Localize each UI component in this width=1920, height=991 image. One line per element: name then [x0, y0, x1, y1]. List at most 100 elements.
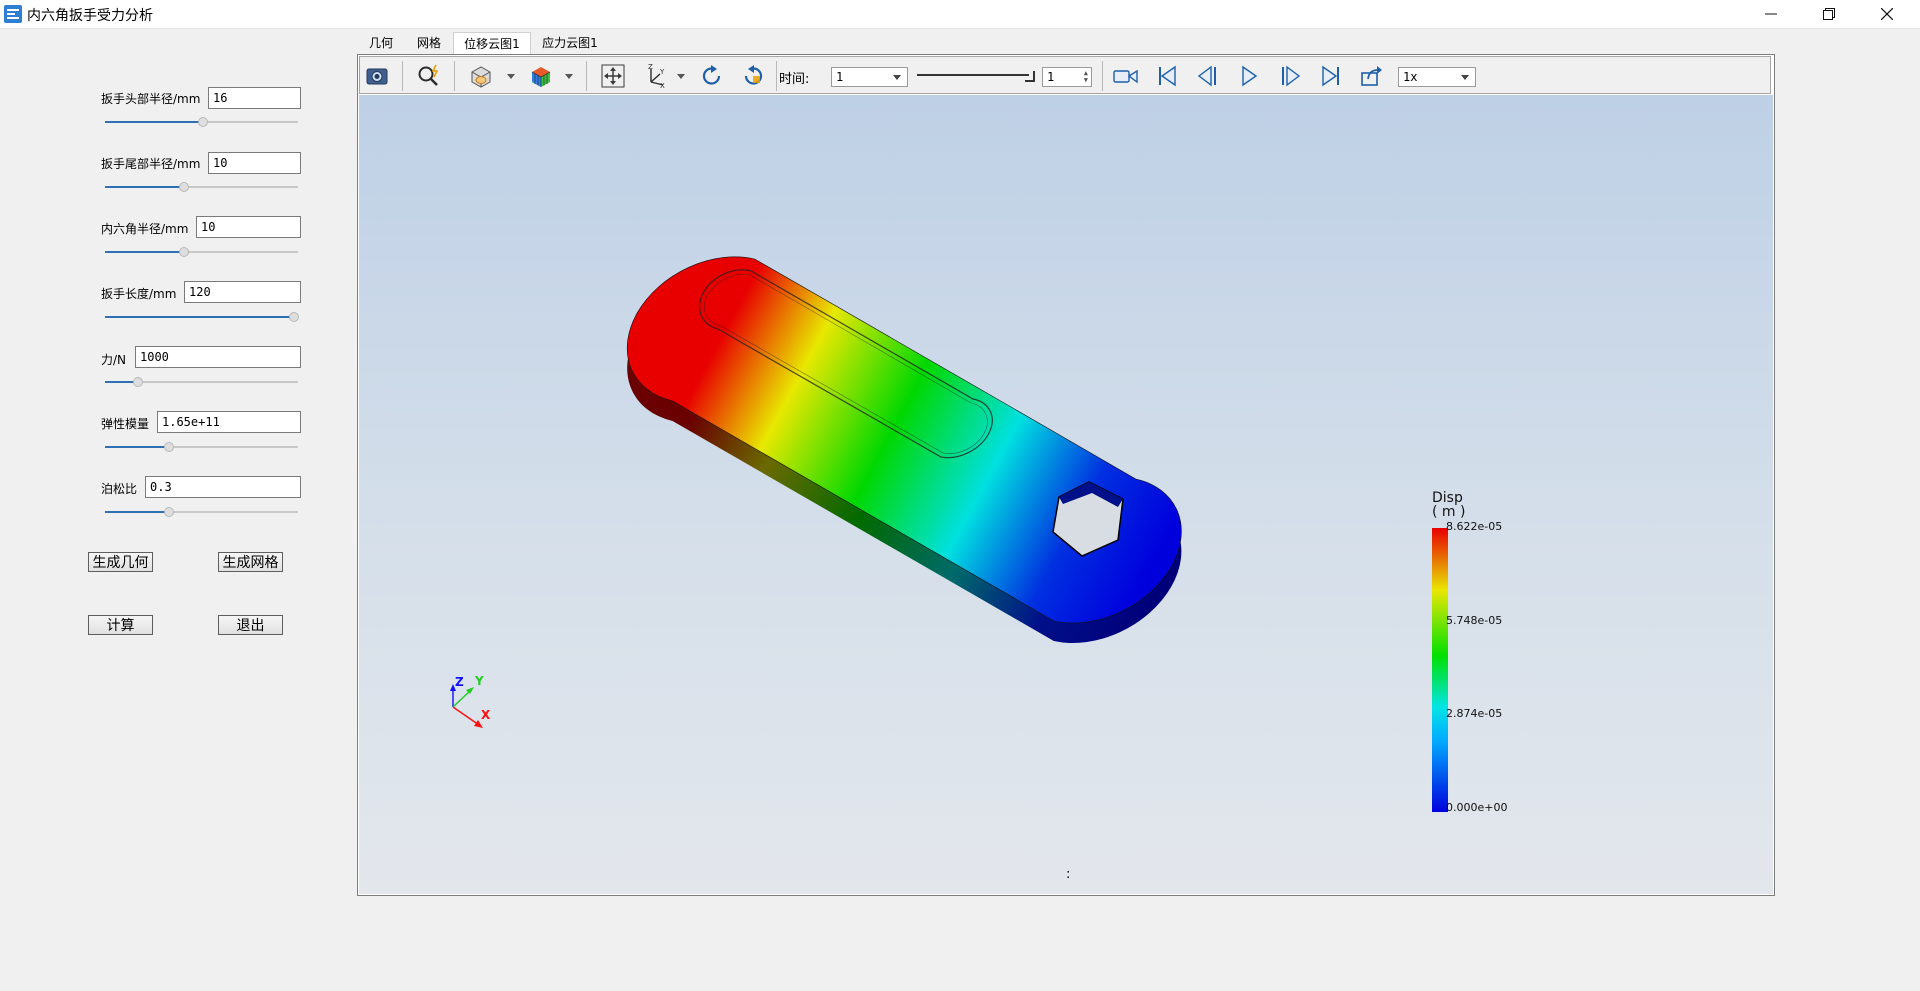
slider-end-handle[interactable] — [1025, 71, 1035, 82]
screenshot-button[interactable] — [362, 61, 392, 91]
force-slider[interactable] — [105, 375, 298, 389]
hex-radius-slider[interactable] — [105, 245, 298, 259]
rotate-cw-button[interactable] — [697, 61, 727, 91]
title-bar: 内六角扳手受力分析 — [0, 0, 1920, 29]
tab-displacement[interactable]: 位移云图1 — [453, 32, 531, 55]
camera-icon — [366, 68, 388, 85]
force-label: 力/N — [101, 353, 127, 367]
playback-speed-value: 1x — [1403, 70, 1418, 84]
time-slider[interactable] — [917, 65, 1037, 87]
head-radius-input[interactable] — [208, 87, 301, 109]
head-radius-slider[interactable] — [105, 115, 298, 129]
legend-tick-low: 2.874e-05 — [1446, 707, 1503, 720]
x-axis-label: X — [481, 708, 491, 722]
close-button[interactable] — [1858, 0, 1916, 28]
exit-button[interactable]: 退出 — [218, 615, 283, 635]
z-axis-label: Z — [455, 675, 464, 689]
legend-unit: ( m ) — [1432, 504, 1466, 520]
legend-tick-high: 5.748e-05 — [1446, 614, 1503, 627]
result-viewer: Z Y X 时间: 1 1 ▲ ▼ 1x Z Y X Disp (m) 8.… — [357, 54, 1775, 896]
skip-to-start-icon — [1159, 65, 1176, 87]
minimize-icon — [1765, 13, 1777, 15]
tail-radius-input[interactable] — [208, 152, 301, 174]
rotate-counterclockwise-icon — [744, 65, 763, 85]
play-icon — [1242, 65, 1258, 87]
cube-surface-icon — [471, 66, 491, 88]
generate-geometry-button[interactable]: 生成几何 — [88, 552, 153, 572]
tail-radius-slider[interactable] — [105, 180, 298, 194]
wrench-length-label: 扳手长度/mm — [101, 287, 177, 301]
frame-spinbox-value: 1 — [1047, 70, 1055, 84]
head-radius-label: 扳手头部半径/mm — [101, 92, 201, 106]
time-select-value: 1 — [836, 70, 844, 84]
elastic-modulus-slider[interactable] — [105, 440, 298, 454]
tab-mesh[interactable]: 网格 — [405, 32, 453, 54]
display-mode-button[interactable] — [466, 61, 496, 91]
step-forward-icon — [1282, 65, 1301, 87]
frame-spinbox[interactable]: 1 ▲ ▼ — [1042, 67, 1092, 87]
svg-text:Y: Y — [659, 68, 665, 76]
axes-triad: Z Y X — [450, 675, 491, 728]
y-axis-label: Y — [474, 675, 484, 688]
playback-speed-select[interactable]: 1x — [1398, 67, 1476, 87]
legend-tick-max: 8.622e-05 — [1446, 520, 1503, 533]
display-mode-dropdown-icon[interactable] — [507, 74, 515, 79]
poisson-ratio-label: 泊松比 — [101, 482, 138, 496]
time-select[interactable]: 1 — [831, 67, 908, 87]
chevron-down-icon — [1461, 75, 1469, 80]
previous-frame-button[interactable] — [1193, 61, 1223, 91]
generate-mesh-button[interactable]: 生成网格 — [218, 552, 283, 572]
compute-button[interactable]: 计算 — [88, 615, 153, 635]
export-icon — [1361, 66, 1382, 86]
restore-button[interactable] — [1800, 0, 1858, 28]
last-frame-button[interactable] — [1316, 61, 1346, 91]
wrench-length-input[interactable] — [184, 281, 301, 303]
spin-arrows-icon[interactable]: ▲ ▼ — [1084, 70, 1088, 84]
poisson-ratio-slider[interactable] — [105, 505, 298, 519]
close-icon — [1881, 8, 1893, 20]
viewport-status-label: : — [1066, 867, 1071, 882]
svg-text:X: X — [660, 82, 665, 88]
skip-to-end-icon — [1322, 65, 1339, 87]
rotate-clockwise-icon — [702, 65, 721, 85]
color-map-button[interactable] — [526, 61, 556, 91]
poisson-ratio-input[interactable] — [145, 476, 301, 498]
minimize-button[interactable] — [1742, 0, 1800, 28]
tab-geometry[interactable]: 几何 — [357, 32, 405, 54]
legend-tick-min: 0.000e+00 — [1446, 801, 1508, 814]
legend-color-bar — [1432, 528, 1448, 812]
hex-radius-label: 内六角半径/mm — [101, 222, 189, 236]
video-camera-icon — [1113, 69, 1138, 84]
fit-view-button[interactable] — [598, 61, 628, 91]
view-orientation-dropdown-icon[interactable] — [677, 74, 685, 79]
wrench-length-slider[interactable] — [105, 310, 300, 324]
chevron-down-icon — [893, 75, 901, 80]
colored-cube-icon — [531, 67, 551, 87]
play-button[interactable] — [1234, 61, 1264, 91]
3d-viewport[interactable]: Z Y X Disp ( m ) 8.622e-05 5.748e-05 2.8… — [359, 95, 1773, 894]
view-orientation-button[interactable]: Z Y X — [640, 61, 670, 91]
viewer-toolbar: Z Y X 时间: 1 1 ▲ ▼ 1x — [359, 56, 1771, 94]
tab-stress[interactable]: 应力云图1 — [529, 32, 611, 54]
rotate-ccw-button[interactable] — [738, 61, 768, 91]
elastic-modulus-input[interactable] — [157, 411, 301, 433]
record-video-button[interactable] — [1110, 61, 1140, 91]
svg-text:Z: Z — [648, 64, 653, 71]
app-icon — [4, 5, 22, 23]
tail-radius-label: 扳手尾部半径/mm — [101, 157, 201, 171]
window-title: 内六角扳手受力分析 — [27, 8, 153, 24]
zoom-fit-button[interactable] — [414, 61, 444, 91]
restore-icon — [1823, 8, 1835, 20]
magnifier-icon — [418, 64, 439, 86]
xyz-axes-icon: Z Y X — [648, 64, 665, 88]
next-frame-button[interactable] — [1275, 61, 1305, 91]
elastic-modulus-label: 弹性模量 — [101, 417, 150, 431]
wrench-displacement-contour — [626, 256, 1182, 644]
export-button[interactable] — [1356, 61, 1386, 91]
first-frame-button[interactable] — [1152, 61, 1182, 91]
force-input[interactable] — [135, 346, 301, 368]
time-label: 时间: — [779, 72, 810, 87]
step-back-icon — [1197, 65, 1216, 87]
color-map-dropdown-icon[interactable] — [565, 74, 573, 79]
hex-radius-input[interactable] — [196, 216, 301, 238]
